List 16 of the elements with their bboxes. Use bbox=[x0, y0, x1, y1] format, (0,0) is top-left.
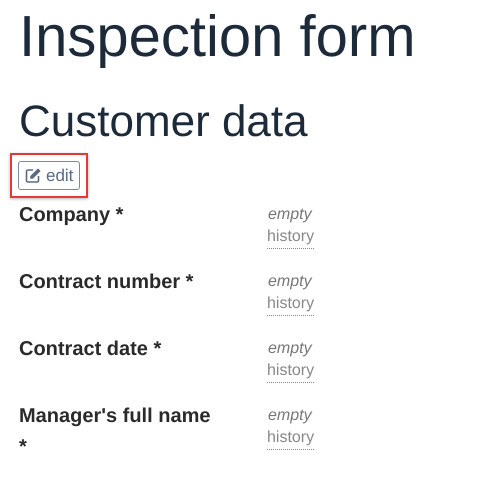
field-value: empty bbox=[267, 272, 312, 292]
edit-button[interactable]: edit bbox=[18, 161, 80, 190]
field-label: Manager's full name * bbox=[19, 404, 212, 460]
field-value: empty bbox=[267, 406, 312, 426]
field-label: Contract number * bbox=[19, 270, 194, 295]
field-label: Company * bbox=[19, 203, 124, 228]
section-title: Customer data bbox=[19, 96, 309, 148]
history-link[interactable]: history bbox=[267, 360, 314, 383]
field-label: Contract date * bbox=[19, 337, 162, 362]
field-value: empty bbox=[267, 205, 312, 225]
page-title: Inspection form bbox=[19, 3, 417, 71]
history-link[interactable]: history bbox=[267, 293, 314, 316]
history-link[interactable]: history bbox=[267, 226, 314, 249]
edit-icon bbox=[25, 168, 41, 184]
field-value: empty bbox=[267, 339, 312, 359]
history-link[interactable]: history bbox=[267, 427, 314, 450]
